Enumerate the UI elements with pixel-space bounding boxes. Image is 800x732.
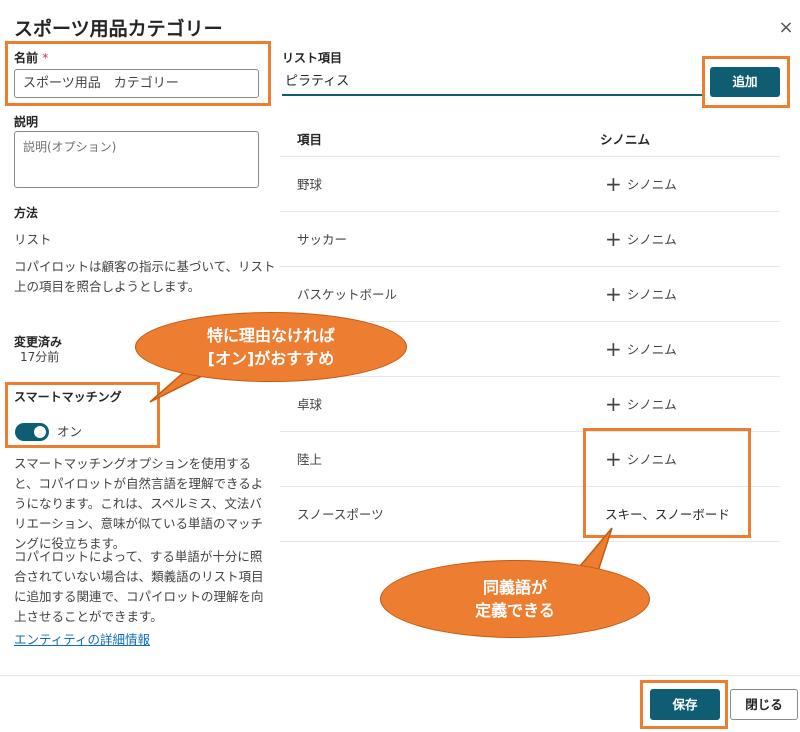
callout-text: 同義語が bbox=[482, 578, 547, 597]
callout-tail-synonym bbox=[558, 527, 613, 597]
callout-synonym: 同義語が 定義できる bbox=[380, 560, 650, 638]
callout-text: 定義できる bbox=[475, 601, 555, 620]
